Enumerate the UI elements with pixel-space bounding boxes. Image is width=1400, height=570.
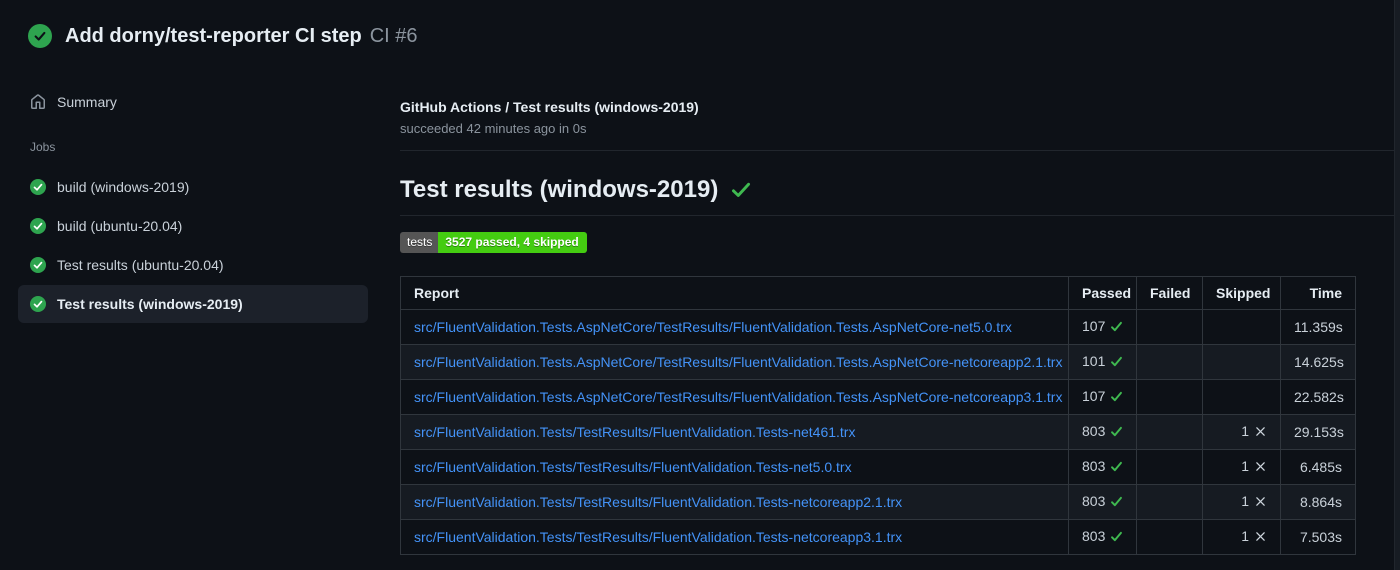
report-cell: src/FluentValidation.Tests.AspNetCore/Te… — [400, 309, 1069, 345]
sidebar-summary-label: Summary — [57, 94, 117, 110]
skipped-cell — [1202, 344, 1281, 380]
report-cell: src/FluentValidation.Tests/TestResults/F… — [400, 484, 1069, 520]
home-icon — [30, 94, 46, 110]
report-link[interactable]: src/FluentValidation.Tests/TestResults/F… — [414, 459, 852, 475]
failed-cell — [1136, 309, 1203, 345]
check-icon — [1110, 319, 1123, 337]
table-row: src/FluentValidation.Tests/TestResults/F… — [400, 449, 1356, 485]
passed-cell: 101 — [1068, 344, 1137, 380]
passed-cell: 803 — [1068, 414, 1137, 450]
check-circle-icon — [30, 218, 46, 234]
success-check-icon — [730, 179, 752, 201]
passed-cell: 803 — [1068, 519, 1137, 555]
skipped-cell: 1 — [1202, 449, 1281, 485]
job-item-label: build (windows-2019) — [57, 179, 190, 195]
check-icon — [1110, 389, 1123, 407]
skipped-cell: 1 — [1202, 414, 1281, 450]
job-title: GitHub Actions / Test results (windows-2… — [400, 99, 699, 115]
failed-cell — [1136, 519, 1203, 555]
skipped-cell — [1202, 309, 1281, 345]
report-link[interactable]: src/FluentValidation.Tests.AspNetCore/Te… — [414, 319, 1012, 335]
time-cell: 11.359s — [1280, 309, 1356, 345]
check-circle-icon — [30, 179, 46, 195]
report-link[interactable]: src/FluentValidation.Tests/TestResults/F… — [414, 494, 902, 510]
test-results-table: Report Passed Failed Skipped Time src/Fl… — [400, 276, 1356, 555]
failed-cell — [1136, 449, 1203, 485]
x-icon — [1254, 529, 1267, 547]
skipped-cell — [1202, 379, 1281, 415]
check-icon — [1110, 529, 1123, 547]
report-heading: Test results (windows-2019) — [400, 151, 1400, 216]
column-header-failed: Failed — [1136, 276, 1203, 310]
time-cell: 14.625s — [1280, 344, 1356, 380]
column-header-skipped: Skipped — [1202, 276, 1281, 310]
report-heading-text: Test results (windows-2019) — [400, 176, 719, 203]
time-cell: 6.485s — [1280, 449, 1356, 485]
run-number: CI #6 — [369, 24, 418, 47]
table-row: src/FluentValidation.Tests.AspNetCore/Te… — [400, 309, 1356, 345]
sidebar-item-test-results-ubuntu[interactable]: Test results (ubuntu-20.04) — [18, 246, 368, 284]
table-row: src/FluentValidation.Tests/TestResults/F… — [400, 484, 1356, 520]
passed-cell: 803 — [1068, 484, 1137, 520]
report-link[interactable]: src/FluentValidation.Tests/TestResults/F… — [414, 424, 855, 440]
x-icon — [1254, 424, 1267, 442]
report-cell: src/FluentValidation.Tests.AspNetCore/Te… — [400, 344, 1069, 380]
run-success-icon — [28, 24, 52, 48]
passed-cell: 107 — [1068, 309, 1137, 345]
x-icon — [1254, 494, 1267, 512]
check-icon — [1110, 424, 1123, 442]
sidebar-item-test-results-windows[interactable]: Test results (windows-2019) — [18, 285, 368, 323]
job-status-line: succeeded 42 minutes ago in 0s — [400, 121, 587, 136]
sidebar-item-build-ubuntu[interactable]: build (ubuntu-20.04) — [18, 207, 368, 245]
sidebar-item-summary[interactable]: Summary — [18, 86, 368, 118]
main-content: GitHub Actions / Test results (windows-2… — [400, 72, 1400, 555]
check-icon — [1110, 459, 1123, 477]
badge-value: 3527 passed, 4 skipped — [438, 232, 587, 253]
report-link[interactable]: src/FluentValidation.Tests.AspNetCore/Te… — [414, 389, 1062, 405]
badge-label: tests — [400, 232, 439, 253]
job-item-label: Test results (ubuntu-20.04) — [57, 257, 224, 273]
table-row: src/FluentValidation.Tests/TestResults/F… — [400, 519, 1356, 555]
report-cell: src/FluentValidation.Tests/TestResults/F… — [400, 414, 1069, 450]
table-row: src/FluentValidation.Tests/TestResults/F… — [400, 414, 1356, 450]
failed-cell — [1136, 414, 1203, 450]
report-cell: src/FluentValidation.Tests/TestResults/F… — [400, 519, 1069, 555]
job-item-label: Test results (windows-2019) — [57, 296, 243, 312]
time-cell: 8.864s — [1280, 484, 1356, 520]
passed-cell: 803 — [1068, 449, 1137, 485]
table-row: src/FluentValidation.Tests.AspNetCore/Te… — [400, 344, 1356, 380]
table-row: src/FluentValidation.Tests.AspNetCore/Te… — [400, 379, 1356, 415]
jobs-section-label: Jobs — [30, 140, 56, 154]
time-cell: 22.582s — [1280, 379, 1356, 415]
check-icon — [1110, 494, 1123, 512]
column-header-time: Time — [1280, 276, 1356, 310]
tests-badge: tests 3527 passed, 4 skipped — [400, 232, 587, 253]
sidebar-item-build-windows[interactable]: build (windows-2019) — [18, 168, 368, 206]
check-circle-icon — [30, 296, 46, 312]
report-link[interactable]: src/FluentValidation.Tests/TestResults/F… — [414, 529, 902, 545]
failed-cell — [1136, 344, 1203, 380]
skipped-cell: 1 — [1202, 484, 1281, 520]
column-header-passed: Passed — [1068, 276, 1137, 310]
sidebar: Summary Jobs build (windows-2019) build … — [0, 72, 386, 324]
x-icon — [1254, 459, 1267, 477]
job-item-label: build (ubuntu-20.04) — [57, 218, 183, 234]
passed-cell: 107 — [1068, 379, 1137, 415]
run-header: Add dorny/test-reporter CI step CI #6 — [0, 0, 1400, 72]
column-header-report: Report — [400, 276, 1069, 310]
time-cell: 29.153s — [1280, 414, 1356, 450]
check-circle-icon — [30, 257, 46, 273]
page-scrollbar[interactable] — [1394, 0, 1400, 570]
run-title: Add dorny/test-reporter CI step — [65, 24, 362, 47]
failed-cell — [1136, 484, 1203, 520]
time-cell: 7.503s — [1280, 519, 1356, 555]
report-link[interactable]: src/FluentValidation.Tests.AspNetCore/Te… — [414, 354, 1062, 370]
check-icon — [1110, 354, 1123, 372]
skipped-cell: 1 — [1202, 519, 1281, 555]
failed-cell — [1136, 379, 1203, 415]
report-cell: src/FluentValidation.Tests/TestResults/F… — [400, 449, 1069, 485]
report-cell: src/FluentValidation.Tests.AspNetCore/Te… — [400, 379, 1069, 415]
table-header-row: Report Passed Failed Skipped Time — [400, 276, 1356, 310]
